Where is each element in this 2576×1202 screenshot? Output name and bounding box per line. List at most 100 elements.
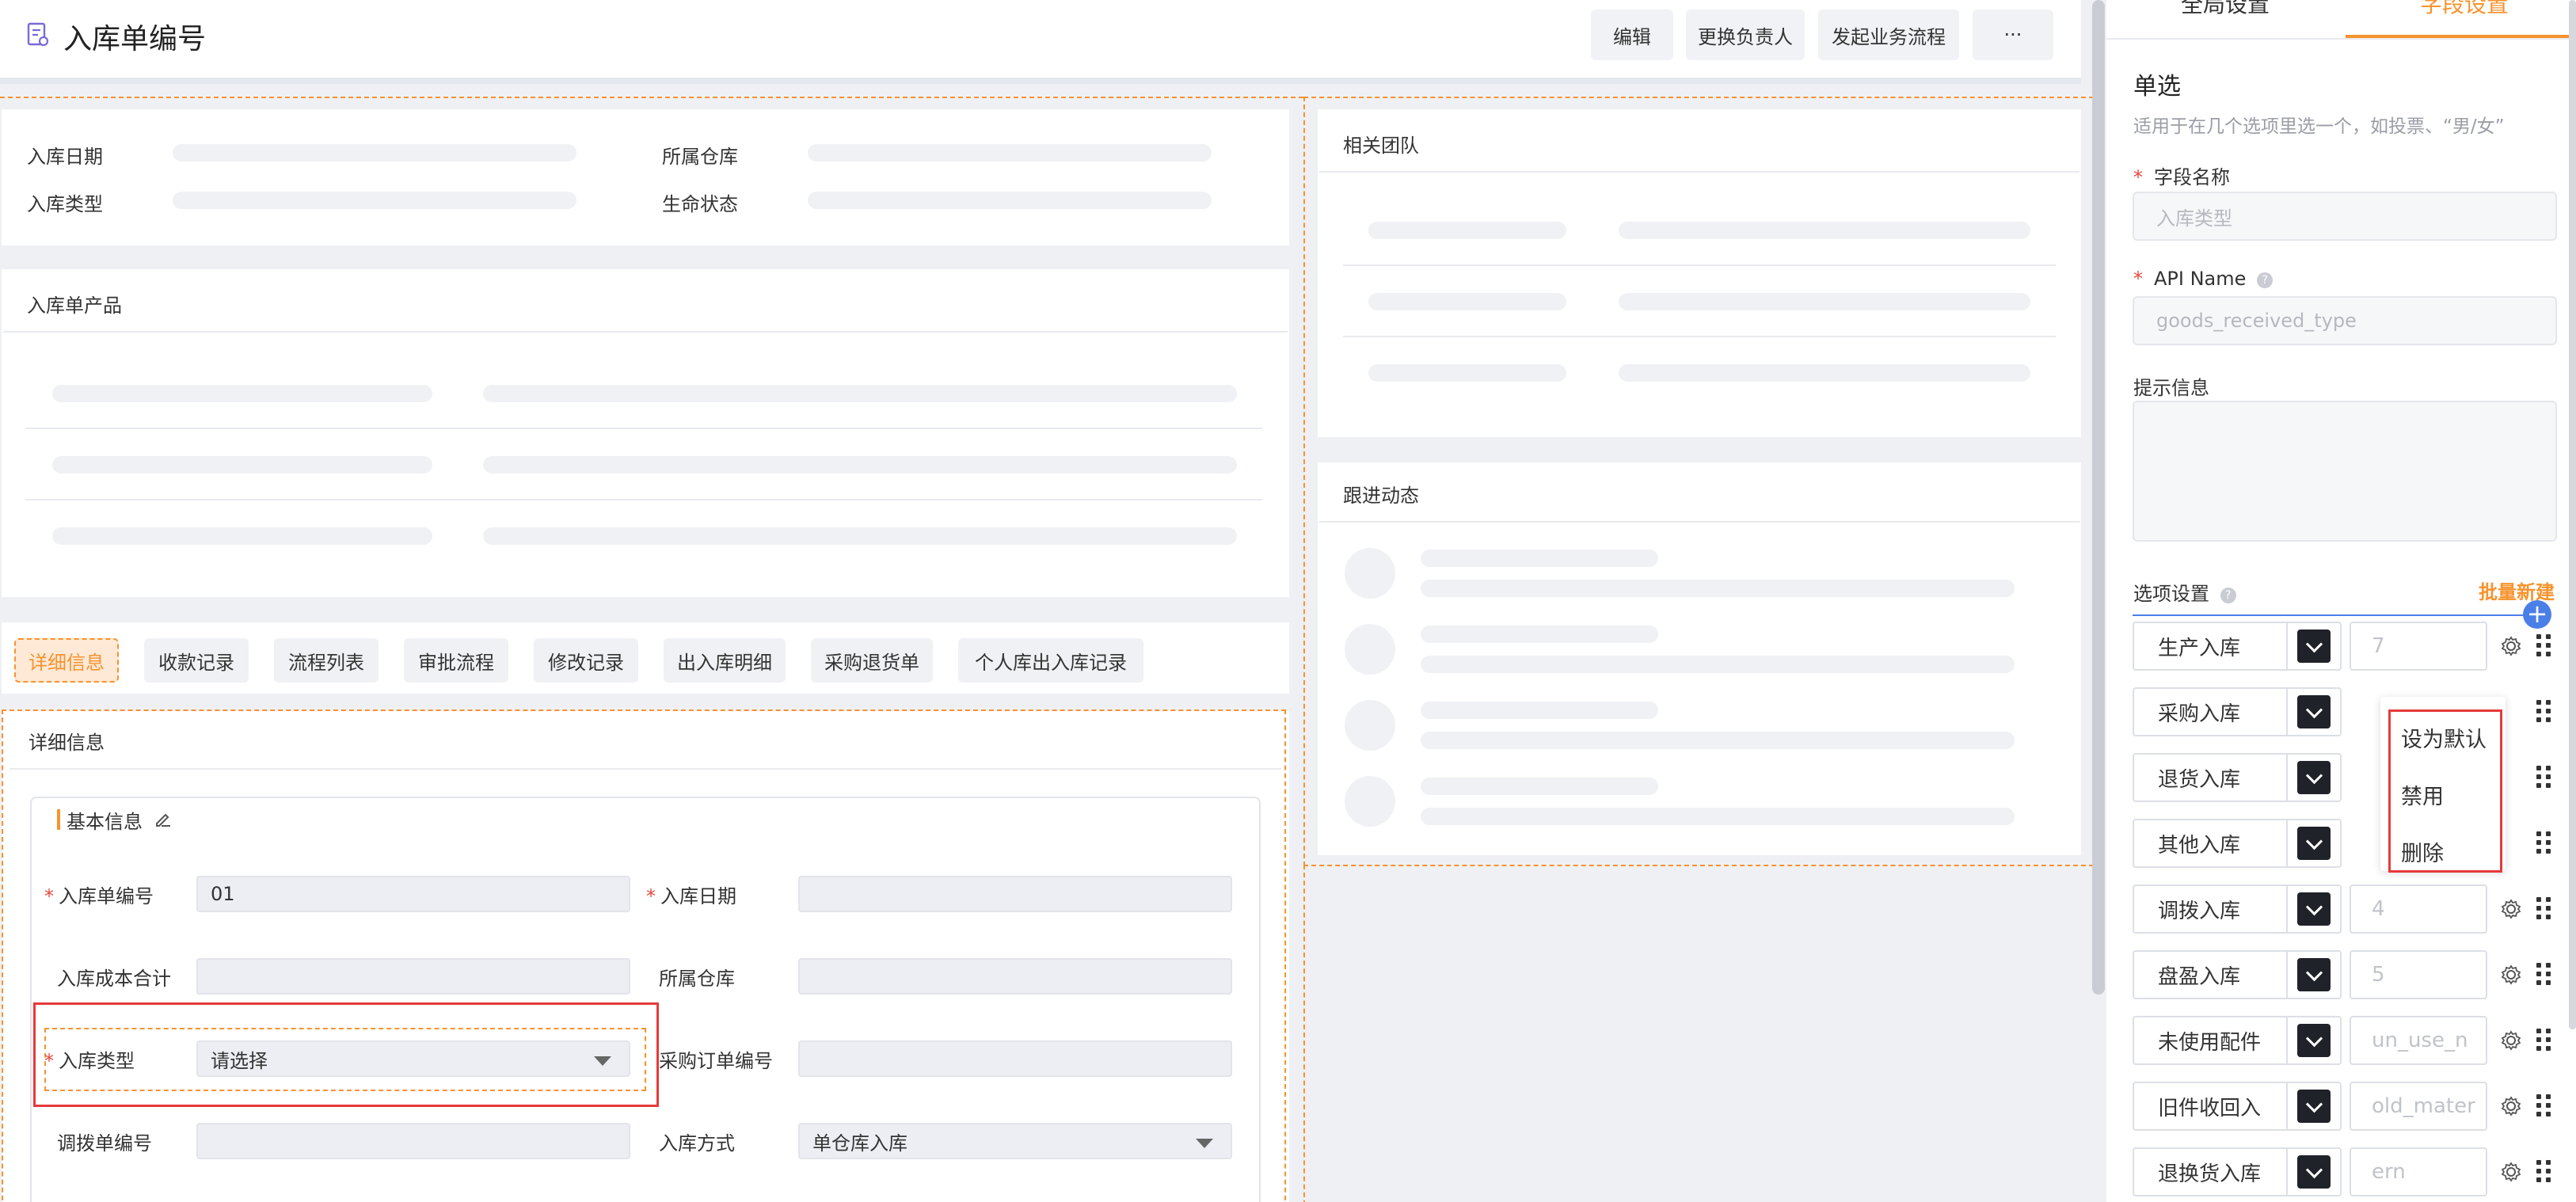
drag-handle-icon[interactable]	[2536, 766, 2552, 789]
hint-label: 提示信息	[2133, 377, 2209, 399]
chevron-down-icon	[594, 1056, 611, 1066]
tab-history[interactable]: 修改记录	[534, 638, 638, 683]
option-name-input[interactable]: 退换货入库	[2133, 1147, 2288, 1196]
drag-handle-icon[interactable]	[2536, 1160, 2552, 1184]
page-header: 入库单编号 编辑 更换负责人 发起业务流程 ···	[0, 0, 2081, 78]
option-value-input[interactable]: ern	[2350, 1147, 2487, 1196]
section-title: 基本信息	[67, 811, 143, 833]
option-name-input[interactable]: 旧件收回入	[2133, 1082, 2288, 1131]
drag-handle-icon[interactable]	[2536, 700, 2552, 724]
cost-total-label: 入库成本合计	[57, 968, 171, 990]
option-value-input[interactable]: un_use_n	[2350, 1016, 2487, 1065]
gear-icon[interactable]	[2500, 964, 2522, 986]
detail-title: 详细信息	[29, 732, 105, 754]
transfer-no-input[interactable]	[196, 1123, 630, 1159]
summary-label-type: 入库类型	[27, 193, 103, 215]
start-flow-button[interactable]: 发起业务流程	[1818, 10, 1959, 60]
receipt-method-select[interactable]: 单仓库入库	[798, 1123, 1232, 1159]
cost-total-input[interactable]	[196, 958, 630, 995]
change-owner-button[interactable]: 更换负责人	[1686, 10, 1805, 60]
products-title: 入库单产品	[27, 295, 122, 317]
option-value-input[interactable]: 4	[2350, 884, 2487, 934]
gear-icon[interactable]	[2500, 635, 2522, 657]
products-card: 入库单产品	[2, 269, 1289, 597]
chevron-down-icon	[1196, 1139, 1213, 1148]
option-name-input[interactable]: 退货入库	[2133, 753, 2288, 802]
main-scrollbar[interactable]	[2092, 0, 2105, 995]
tab-detail[interactable]: 详细信息	[14, 638, 119, 683]
drag-handle-icon[interactable]	[2536, 1029, 2552, 1052]
gear-icon[interactable]	[2500, 1029, 2522, 1052]
summary-card: 入库日期 所属仓库 入库类型 生命状态	[2, 109, 1289, 245]
followup-card: 跟进动态	[1318, 462, 2081, 855]
drag-handle-icon[interactable]	[2536, 897, 2552, 921]
receipt-date-label: 入库日期	[660, 885, 736, 907]
color-swatch-icon	[2297, 1155, 2331, 1189]
option-name-input[interactable]: 调拨入库	[2133, 884, 2288, 934]
menu-item-delete[interactable]: 删除	[2401, 836, 2444, 867]
page-title: 入库单编号	[63, 23, 207, 55]
edit-button[interactable]: 编辑	[1591, 10, 1673, 60]
more-button[interactable]: ···	[1973, 10, 2053, 60]
option-name-input[interactable]: 盘盈入库	[2133, 950, 2288, 999]
option-color-picker[interactable]	[2286, 687, 2342, 736]
menu-item-set-default[interactable]: 设为默认	[2401, 722, 2487, 753]
option-name-input[interactable]: 其他入库	[2133, 819, 2288, 868]
option-color-picker[interactable]	[2286, 950, 2342, 999]
tab-purchase-return[interactable]: 采购退货单	[811, 638, 933, 683]
tab-flow-list[interactable]: 流程列表	[274, 638, 379, 683]
option-color-picker[interactable]	[2286, 884, 2342, 934]
menu-item-disable[interactable]: 禁用	[2401, 779, 2444, 810]
option-value-input[interactable]: old_mater	[2350, 1082, 2487, 1131]
color-swatch-icon	[2297, 695, 2331, 728]
color-swatch-icon	[2297, 761, 2331, 794]
receipt-no-input[interactable]: 01	[196, 876, 630, 912]
warehouse-label: 所属仓库	[659, 968, 735, 990]
drag-handle-icon[interactable]	[2536, 1094, 2552, 1118]
summary-label-date: 入库日期	[27, 146, 103, 168]
option-color-picker[interactable]	[2286, 1082, 2342, 1131]
edit-pen-icon[interactable]	[154, 809, 173, 828]
warehouse-input[interactable]	[798, 958, 1232, 995]
option-color-picker[interactable]	[2286, 753, 2342, 802]
po-no-input[interactable]	[798, 1040, 1232, 1077]
panel-scrollbar[interactable]	[2569, 0, 2576, 1029]
gear-icon[interactable]	[2500, 1095, 2522, 1117]
receipt-type-label: 入库类型	[59, 1050, 135, 1072]
document-icon	[27, 22, 49, 47]
drag-handle-icon[interactable]	[2536, 634, 2552, 658]
team-card: 相关团队	[1318, 109, 2081, 437]
add-option-icon[interactable]: +	[2523, 600, 2551, 629]
detail-card: 详细信息 基本信息 * 入库单编号 01 * 入库日期 入库成本合计 所属仓库 * 入…	[2, 711, 1289, 1202]
hint-textarea[interactable]	[2133, 401, 2557, 542]
tab-field-settings[interactable]: 字段设置	[2420, 0, 2509, 19]
gear-icon[interactable]	[2500, 1161, 2522, 1183]
option-color-picker[interactable]	[2286, 819, 2342, 868]
tab-personal-stock[interactable]: 个人库出入库记录	[958, 638, 1143, 683]
help-icon: ?	[2220, 588, 2236, 603]
receipt-type-select[interactable]: 请选择	[196, 1040, 630, 1077]
tab-stock-detail[interactable]: 出入库明细	[664, 638, 786, 683]
drag-handle-icon[interactable]	[2536, 831, 2552, 855]
option-name-input[interactable]: 未使用配件	[2133, 1016, 2288, 1065]
option-value-input[interactable]: 5	[2350, 950, 2487, 999]
color-swatch-icon	[2297, 958, 2331, 991]
tab-global-settings[interactable]: 全局设置	[2181, 0, 2270, 19]
gear-icon[interactable]	[2500, 898, 2522, 920]
option-color-picker[interactable]	[2286, 1016, 2342, 1065]
option-value-input[interactable]: 7	[2350, 622, 2487, 671]
receipt-type-placeholder: 请选择	[211, 1049, 268, 1072]
option-color-picker[interactable]	[2286, 622, 2342, 671]
field-name-input[interactable]: 入库类型	[2133, 192, 2557, 241]
api-name-input[interactable]: goods_received_type	[2133, 296, 2557, 345]
tab-approval[interactable]: 审批流程	[404, 638, 508, 683]
option-name-input[interactable]: 采购入库	[2133, 687, 2288, 736]
tab-payments[interactable]: 收款记录	[144, 638, 249, 683]
option-color-picker[interactable]	[2286, 1147, 2342, 1196]
color-swatch-icon	[2297, 1090, 2331, 1123]
receipt-date-input[interactable]	[798, 876, 1232, 912]
options-label: 选项设置	[2133, 583, 2209, 605]
option-name-input[interactable]: 生产入库	[2133, 622, 2288, 671]
drag-handle-icon[interactable]	[2536, 963, 2552, 987]
color-swatch-icon	[2297, 827, 2331, 860]
